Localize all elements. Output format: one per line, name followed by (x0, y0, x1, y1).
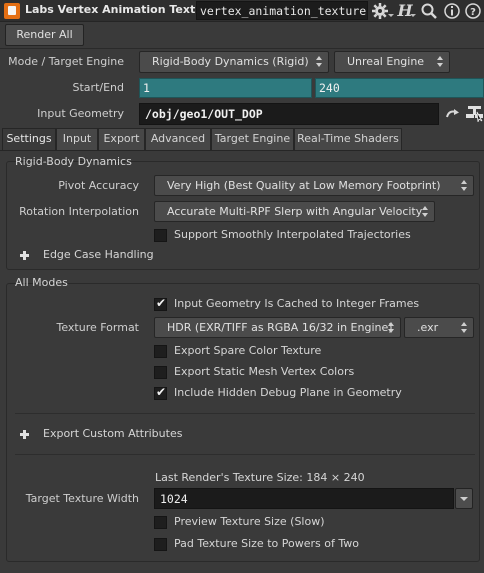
pad-powers-of-two-checkbox[interactable] (154, 538, 167, 551)
node-jump-icon[interactable] (445, 106, 461, 122)
gear-icon[interactable] (371, 2, 389, 20)
rotation-interpolation-value: Accurate Multi-RPF Slerp with Angular Ve… (167, 205, 423, 218)
tab-input[interactable]: Input (56, 128, 98, 150)
updown-arrows-icon (461, 322, 468, 334)
rbd-group-title: Rigid-Body Dynamics (15, 155, 132, 168)
engine-value: Unreal Engine (347, 55, 425, 68)
pivot-accuracy-dropdown[interactable]: Very High (Best Quality at Low Memory Fo… (154, 175, 474, 196)
updown-arrows-icon (422, 206, 429, 218)
input-geometry-field[interactable]: /obj/geo1/OUT_DOP (139, 103, 439, 125)
texture-format-label: Texture Format (56, 321, 139, 334)
tab-settings[interactable]: Settings (2, 128, 56, 151)
mode-value: Rigid-Body Dynamics (Rigid) (152, 55, 309, 68)
end-frame-field[interactable]: 240 (315, 78, 484, 98)
pivot-accuracy-value: Very High (Best Quality at Low Memory Fo… (167, 179, 441, 192)
export-spare-color-checkbox[interactable] (154, 345, 167, 358)
static-mesh-colors-checkbox[interactable] (154, 366, 167, 379)
pivot-accuracy-label: Pivot Accuracy (58, 179, 139, 192)
rotation-interpolation-label: Rotation Interpolation (19, 205, 139, 218)
all-modes-group-title: All Modes (15, 276, 68, 289)
tab-advanced[interactable]: Advanced (145, 128, 211, 150)
chevron-down-icon (460, 497, 468, 501)
input-geometry-label: Input Geometry (37, 107, 124, 120)
export-spare-color-label: Export Spare Color Texture (174, 344, 322, 357)
cached-integer-frames-checkbox[interactable] (154, 296, 167, 311)
tab-underline (0, 150, 484, 151)
info-icon[interactable] (443, 2, 461, 20)
start-frame-field[interactable]: 1 (139, 78, 312, 98)
chevron-down-icon[interactable] (388, 2, 394, 20)
static-mesh-colors-label: Export Static Mesh Vertex Colors (174, 365, 355, 378)
pad-powers-of-two-label: Pad Texture Size to Powers of Two (174, 537, 359, 550)
file-extension-dropdown[interactable]: .exr (404, 317, 474, 338)
updown-arrows-icon (388, 322, 395, 334)
export-custom-attributes-folder[interactable]: Export Custom Attributes (43, 427, 182, 440)
mode-label: Mode / Target Engine (8, 55, 124, 68)
updown-arrows-icon (437, 56, 444, 68)
width-menu-button[interactable] (455, 488, 473, 509)
node-type-icon (4, 3, 20, 19)
node-chooser-icon[interactable] (465, 104, 484, 123)
divider (0, 48, 484, 49)
target-texture-width-label: Target Texture Width (25, 492, 139, 505)
updown-arrows-icon (461, 180, 468, 192)
last-render-size-label: Last Render's Texture Size: 184 × 240 (155, 471, 365, 484)
target-texture-width-field[interactable]: 1024 (154, 488, 454, 509)
target-engine-dropdown[interactable]: Unreal Engine (334, 51, 450, 73)
svg-text:?: ? (470, 7, 476, 18)
updown-arrows-icon (316, 56, 323, 68)
tab-target-engine[interactable]: Target Engine (211, 128, 294, 150)
section-separator (15, 413, 475, 414)
tab-real-time-shaders[interactable]: Real-Time Shaders (294, 128, 402, 150)
start-end-label: Start/End (72, 81, 124, 94)
cached-integer-frames-label: Input Geometry Is Cached to Integer Fram… (174, 297, 420, 310)
expand-plus-icon[interactable] (20, 430, 29, 439)
preview-texture-size-checkbox[interactable] (154, 516, 167, 529)
texture-format-value: HDR (EXR/TIFF as RGBA 16/32 in Engine) (167, 321, 393, 334)
section-separator (15, 454, 475, 455)
mode-dropdown[interactable]: Rigid-Body Dynamics (Rigid) (139, 51, 329, 73)
expand-plus-icon[interactable] (20, 251, 29, 260)
smooth-trajectories-checkbox[interactable] (154, 229, 167, 242)
preview-texture-size-label: Preview Texture Size (Slow) (174, 515, 325, 528)
node-name-field[interactable]: vertex_animation_textures (196, 1, 368, 20)
tab-export[interactable]: Export (98, 128, 145, 150)
edge-case-handling-folder[interactable]: Edge Case Handling (43, 248, 154, 261)
node-type-label: Labs Vertex Animation Textures (25, 3, 223, 16)
debug-plane-label: Include Hidden Debug Plane in Geometry (174, 386, 402, 399)
help-icon[interactable]: ? (464, 2, 482, 20)
file-extension-value: .exr (417, 321, 439, 334)
smooth-trajectories-label: Support Smoothly Interpolated Trajectori… (174, 228, 411, 241)
rotation-interpolation-dropdown[interactable]: Accurate Multi-RPF Slerp with Angular Ve… (154, 201, 435, 222)
search-icon[interactable] (420, 2, 438, 20)
render-all-button[interactable]: Render All (5, 24, 84, 46)
debug-plane-checkbox[interactable] (154, 385, 167, 400)
chevron-down-icon[interactable] (410, 2, 416, 20)
texture-format-dropdown[interactable]: HDR (EXR/TIFF as RGBA 16/32 in Engine) (154, 317, 401, 338)
